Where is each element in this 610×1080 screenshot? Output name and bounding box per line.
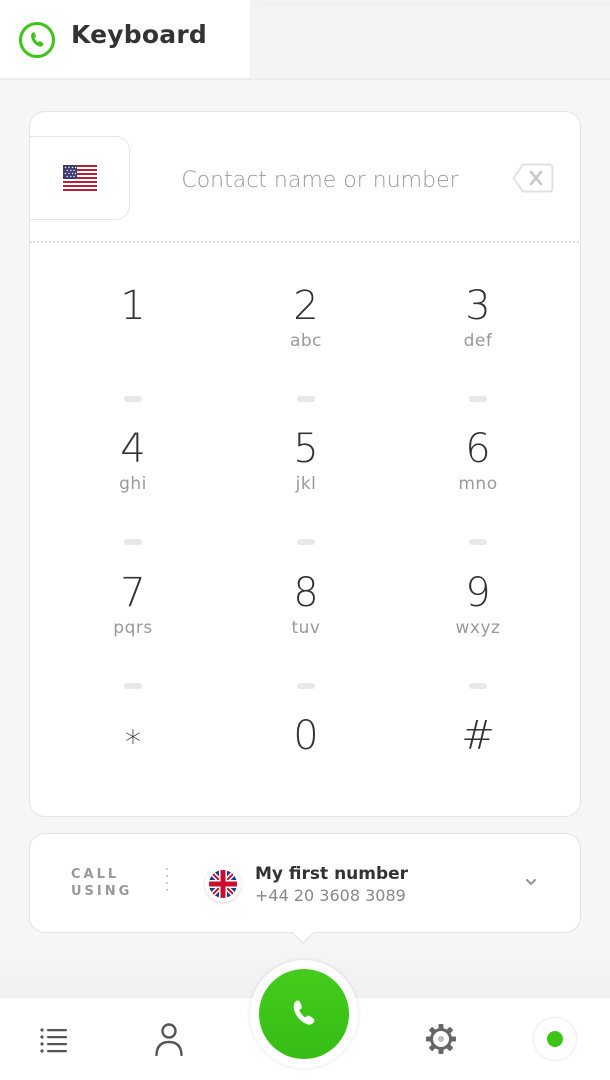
key-digit: 6: [465, 426, 491, 472]
key-1[interactable]: 1: [73, 282, 193, 392]
key-letters: pqrs: [113, 618, 153, 638]
uk-flag-icon: [209, 870, 237, 898]
call-using-label: CALL USING: [71, 866, 132, 900]
key-4[interactable]: 4 ghi: [73, 425, 193, 535]
dotted-divider: [30, 241, 580, 243]
contact-search-input[interactable]: [160, 160, 480, 200]
key-separator: [469, 539, 487, 545]
call-using-label-line1: CALL: [71, 867, 120, 882]
key-3[interactable]: 3 def: [418, 282, 538, 392]
dialer-card: 1 2abc 3def 4ghi 5jkl 6mno 7pqrs 8tuv 9wxyz * 0 #: [29, 111, 581, 817]
key-letters: abc: [289, 331, 323, 351]
key-letters: jkl: [295, 474, 317, 494]
key-separator: [124, 683, 142, 689]
backspace-icon[interactable]: [512, 163, 554, 193]
gear-icon[interactable]: [425, 1023, 457, 1055]
key-letters: tuv: [291, 618, 321, 638]
key-digit: 2: [293, 283, 319, 329]
key-letters: def: [463, 331, 493, 351]
key-0[interactable]: 0: [246, 712, 366, 816]
key-separator: [297, 396, 315, 402]
key-letters: wxyz: [455, 618, 501, 638]
key-separator: [469, 683, 487, 689]
header-tab-curve: [195, 0, 245, 80]
header: Keyboard: [0, 0, 610, 80]
call-using-selector[interactable]: CALL USING My first number +44 20 3608 3…: [29, 833, 581, 944]
pointer-arrow: [292, 932, 314, 944]
key-letters: ghi: [119, 474, 147, 494]
key-letters: mno: [458, 474, 498, 494]
call-button-inner: [259, 969, 349, 1059]
key-9[interactable]: 9 wxyz: [418, 569, 538, 679]
key-8[interactable]: 8 tuv: [246, 569, 366, 679]
key-separator: [297, 539, 315, 545]
country-selector-button[interactable]: [30, 136, 130, 220]
key-separator: [124, 396, 142, 402]
key-digit: 8: [293, 570, 319, 616]
phone-icon: [293, 1000, 315, 1025]
number-name: My first number: [255, 864, 409, 884]
person-icon[interactable]: [154, 1022, 184, 1056]
key-separator: [297, 683, 315, 689]
call-button[interactable]: [250, 960, 358, 1068]
key-digit: 5: [293, 426, 319, 472]
phone-number: +44 20 3608 3089: [255, 886, 406, 905]
key-separator: [124, 539, 142, 545]
chevron-down-icon[interactable]: [524, 876, 538, 888]
key-digit: 7: [120, 570, 146, 616]
number-flag: [205, 866, 241, 902]
status-indicator[interactable]: [534, 1018, 576, 1060]
page-title: Keyboard: [71, 20, 207, 49]
call-using-label-line2: USING: [71, 884, 133, 899]
status-dot-icon: [547, 1031, 563, 1047]
key-digit: 9: [465, 570, 491, 616]
us-flag-icon: [63, 165, 97, 191]
colon-separator: [166, 868, 168, 896]
key-digit: 1: [120, 283, 146, 329]
key-digit: *: [125, 723, 141, 761]
key-digit: 0: [293, 713, 319, 759]
phone-circle-icon: [19, 22, 55, 58]
header-empty-area: [245, 4, 610, 80]
key-separator: [469, 396, 487, 402]
key-7[interactable]: 7 pqrs: [73, 569, 193, 679]
key-hash[interactable]: #: [418, 712, 538, 816]
key-digit: 4: [120, 426, 146, 472]
key-star[interactable]: *: [73, 712, 193, 816]
key-6[interactable]: 6 mno: [418, 425, 538, 535]
key-5[interactable]: 5 jkl: [246, 425, 366, 535]
key-digit: 3: [465, 283, 491, 329]
key-digit: #: [461, 713, 495, 759]
header-divider: [0, 78, 610, 80]
list-icon[interactable]: [39, 1026, 69, 1054]
key-2[interactable]: 2 abc: [246, 282, 366, 392]
